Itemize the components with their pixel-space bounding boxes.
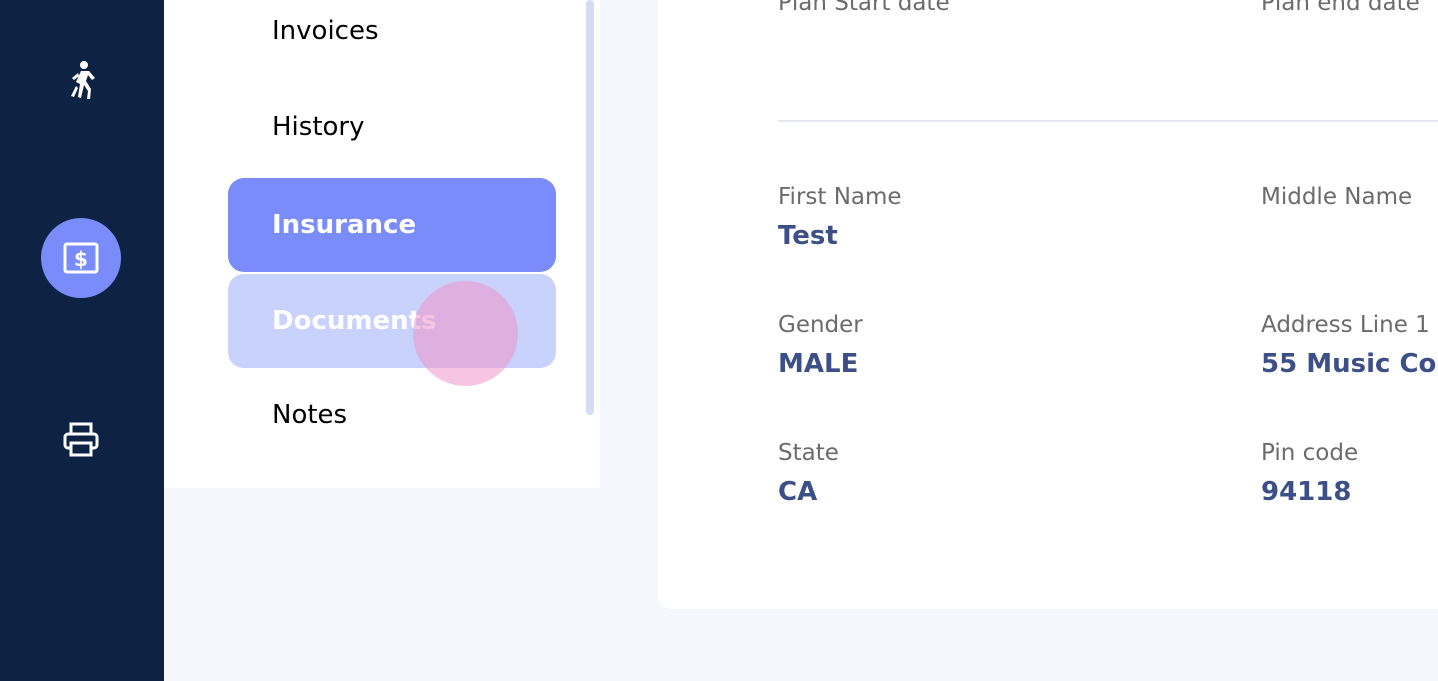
state-value: CA	[778, 477, 818, 507]
dollar-bill-icon[interactable]: $	[41, 218, 121, 298]
insurance-details-card	[658, 0, 1438, 609]
subnav-scrollbar[interactable]	[586, 0, 594, 415]
first-name-label: First Name	[778, 184, 902, 210]
subnav-item-invoices[interactable]: Invoices	[228, 0, 556, 78]
subnav-item-label: Notes	[272, 400, 348, 430]
subnav-item-label: Invoices	[272, 16, 379, 46]
svg-text:$: $	[74, 247, 88, 271]
subnav-item-insurance[interactable]: Insurance	[228, 178, 556, 272]
walking-person-icon[interactable]	[41, 40, 121, 120]
pin-code-label: Pin code	[1261, 440, 1359, 466]
plan-start-date-label: Plan Start date	[778, 0, 950, 16]
subnav-item-label: Insurance	[272, 210, 417, 240]
pin-code-value: 94118	[1261, 477, 1352, 507]
subnav-item-documents[interactable]: Documents	[228, 274, 556, 368]
printer-icon[interactable]	[41, 400, 121, 480]
state-label: State	[778, 440, 839, 466]
subnav-item-notes[interactable]: Notes	[228, 368, 556, 462]
middle-name-label: Middle Name	[1261, 184, 1413, 210]
divider	[778, 120, 1438, 122]
address-line1-label: Address Line 1	[1261, 312, 1430, 338]
left-rail: $	[0, 0, 164, 681]
gender-label: Gender	[778, 312, 863, 338]
first-name-value: Test	[778, 221, 838, 251]
subnav-item-history[interactable]: History	[228, 80, 556, 174]
address-line1-value: 55 Music Cor	[1261, 349, 1438, 379]
subnav-item-label: History	[272, 112, 365, 142]
subnav-item-label: Documents	[272, 306, 437, 336]
gender-value: MALE	[778, 349, 859, 379]
plan-end-date-label: Plan end date	[1261, 0, 1420, 16]
